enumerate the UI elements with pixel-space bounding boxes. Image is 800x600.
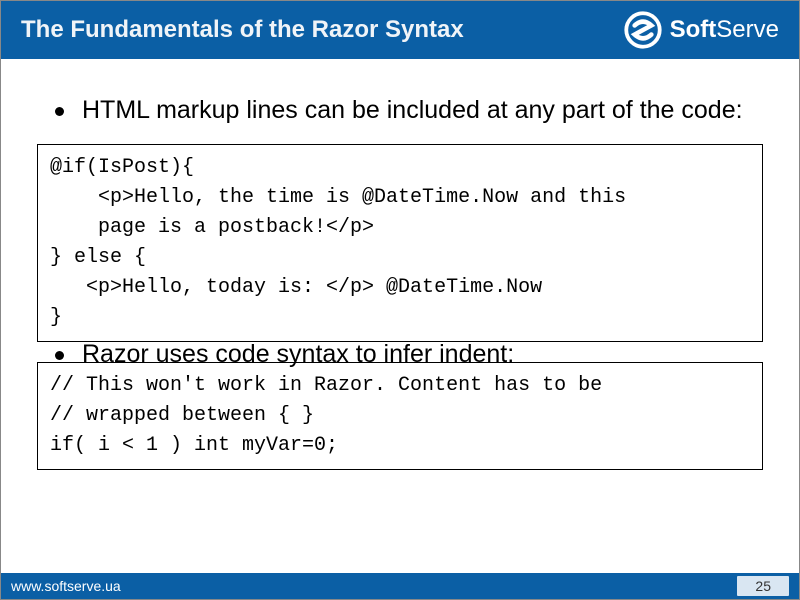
header-bar: The Fundamentals of the Razor Syntax Sof… — [1, 1, 799, 59]
logo: SoftServe — [624, 11, 779, 49]
page-number: 25 — [737, 576, 789, 596]
code-block-1: @if(IsPost){ <p>Hello, the time is @Date… — [37, 144, 763, 342]
bullet-text: Razor uses code syntax to infer indent: — [82, 339, 514, 370]
bullet-item: HTML markup lines can be included at any… — [55, 95, 763, 126]
bullet-item: Razor uses code syntax to infer indent: — [55, 339, 775, 370]
slide: The Fundamentals of the Razor Syntax Sof… — [0, 0, 800, 600]
slide-title: The Fundamentals of the Razor Syntax — [21, 16, 464, 44]
code-block-2: // This won't work in Razor. Content has… — [37, 362, 763, 470]
logo-icon — [624, 11, 662, 49]
bullet-dot-icon — [55, 351, 64, 360]
content-area: HTML markup lines can be included at any… — [1, 59, 799, 470]
logo-text-bold: Soft — [670, 16, 717, 43]
bullet-dot-icon — [55, 107, 64, 116]
footer-bar: www.softserve.ua 25 — [1, 573, 799, 599]
footer-url: www.softserve.ua — [11, 578, 121, 594]
logo-text-light: Serve — [716, 16, 779, 43]
logo-text: SoftServe — [670, 16, 779, 44]
bullet-text: HTML markup lines can be included at any… — [82, 95, 743, 126]
